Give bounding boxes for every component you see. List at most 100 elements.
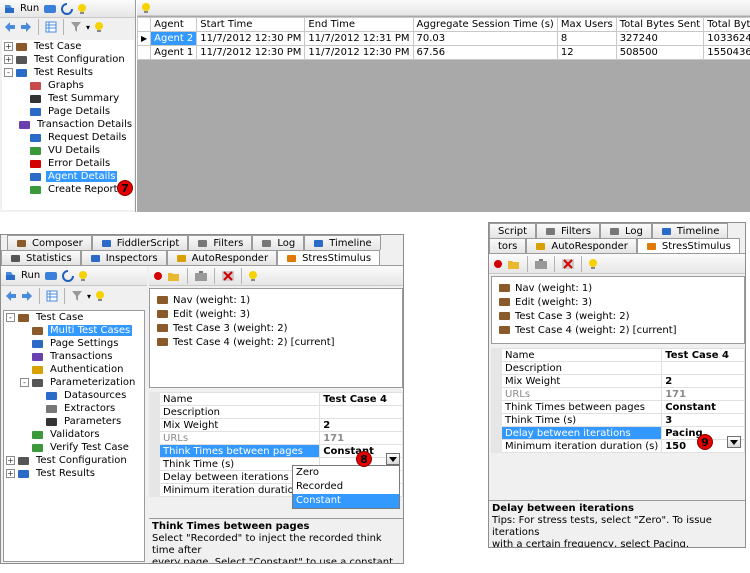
filter-icon[interactable]	[70, 21, 82, 33]
run-button[interactable]: Run	[21, 270, 40, 281]
forward-icon[interactable]	[21, 290, 33, 302]
tab-log[interactable]: Log	[252, 235, 305, 250]
tree-item[interactable]: Test Summary	[2, 92, 134, 105]
column-header[interactable]: Agent	[150, 17, 198, 32]
delay-dropdown-button[interactable]	[727, 436, 741, 448]
property-row[interactable]: Description	[149, 405, 403, 419]
test-case-item[interactable]: Test Case 4 (weight: 2) [current]	[156, 335, 402, 349]
tab-autoresponder[interactable]: AutoResponder	[166, 250, 278, 265]
property-value[interactable]: Constant	[661, 400, 745, 414]
tab-tors[interactable]: tors	[489, 238, 527, 253]
tab-timeline[interactable]: Timeline	[304, 235, 381, 250]
collapse-icon[interactable]: -	[6, 313, 15, 322]
tree-item[interactable]: Transaction Details	[2, 118, 134, 131]
expand-icon[interactable]: +	[6, 456, 15, 465]
tree-item[interactable]: Authentication	[4, 363, 144, 376]
property-value[interactable]	[661, 361, 745, 375]
property-value[interactable]: Test Case 4	[319, 392, 403, 406]
table-row[interactable]: Agent 1 11/7/2012 12:30 PM 11/7/2012 12:30…	[136, 45, 750, 60]
property-value[interactable]: Test Case 4	[661, 348, 745, 362]
expand-icon[interactable]: +	[6, 469, 15, 478]
table-row[interactable]: ▶ Agent 2 11/7/2012 12:30 PM 11/7/2012 12:3…	[136, 31, 750, 46]
property-row[interactable]: Name Test Case 4	[491, 348, 745, 362]
lightbulb-icon[interactable]	[94, 21, 104, 33]
property-row[interactable]: URLs 171	[149, 431, 403, 445]
test-case-item[interactable]: Nav (weight: 1)	[156, 293, 402, 307]
tree-item[interactable]: Verify Test Case	[4, 441, 144, 454]
collapse-icon[interactable]: -	[4, 68, 13, 77]
tree-item[interactable]: - Parameterization	[4, 376, 144, 389]
tree-item[interactable]: Create Report	[2, 183, 134, 196]
test-case-item[interactable]: Test Case 3 (weight: 2)	[498, 309, 744, 323]
tree-item[interactable]: - Test Case	[4, 311, 144, 324]
delete-icon[interactable]	[221, 270, 235, 282]
property-row[interactable]: Description	[491, 361, 745, 375]
column-header[interactable]: Aggregate Session Time (s)	[412, 17, 558, 32]
toolbox-icon[interactable]	[194, 270, 208, 282]
test-case-item[interactable]: Test Case 3 (weight: 2)	[156, 321, 402, 335]
recorder-icon[interactable]	[43, 3, 57, 15]
tree-item[interactable]: + Test Results	[4, 467, 144, 480]
tree-item[interactable]: VU Details	[2, 144, 134, 157]
test-case-item[interactable]: Test Case 4 (weight: 2) [current]	[498, 323, 744, 337]
tree-item[interactable]: Page Settings	[4, 337, 144, 350]
tree-item[interactable]: + Test Configuration	[4, 454, 144, 467]
tab-filters[interactable]: Filters	[536, 223, 600, 238]
tree-item[interactable]: Page Details	[2, 105, 134, 118]
property-value[interactable]: 171	[661, 387, 745, 401]
toolbox-icon[interactable]	[534, 258, 548, 270]
column-header[interactable]: Max Users	[556, 17, 617, 32]
property-value[interactable]: 2	[319, 418, 403, 432]
tab-stresstimulus[interactable]: StresStimulus	[277, 250, 381, 265]
refresh-icon[interactable]	[62, 269, 75, 282]
tree-item[interactable]: Validators	[4, 428, 144, 441]
test-case-item[interactable]: Edit (weight: 3)	[156, 307, 402, 321]
property-row[interactable]: Name Test Case 4	[149, 392, 403, 406]
forward-icon[interactable]	[20, 21, 32, 33]
lightbulb-icon[interactable]	[248, 270, 258, 282]
tree-item[interactable]: Graphs	[2, 79, 134, 92]
property-value[interactable]: 2	[661, 374, 745, 388]
column-header[interactable]: Total Bytes Received	[703, 17, 750, 32]
dropdown-option[interactable]: Constant	[293, 494, 399, 508]
tab-composer[interactable]: Composer	[7, 235, 92, 250]
property-row[interactable]: Think Time (s) 3	[491, 413, 745, 427]
record-icon[interactable]	[153, 271, 163, 281]
collapse-icon[interactable]: -	[20, 378, 29, 387]
tree-item[interactable]: Multi Test Cases	[4, 324, 144, 337]
tab-script[interactable]: Script	[489, 223, 537, 238]
think-times-dropdown-button[interactable]	[386, 453, 400, 465]
lightbulb-icon[interactable]	[141, 2, 151, 14]
property-row[interactable]: Mix Weight 2	[149, 418, 403, 432]
tab-stresstimulus[interactable]: StresStimulus	[636, 238, 740, 253]
filter-icon[interactable]	[71, 290, 83, 302]
run-button[interactable]: Run	[20, 3, 39, 14]
test-case-item[interactable]: Edit (weight: 3)	[498, 295, 744, 309]
tab-inspectors[interactable]: Inspectors	[80, 250, 167, 265]
open-folder-icon[interactable]	[167, 270, 181, 282]
tree-item[interactable]: Parameters	[4, 415, 144, 428]
property-row[interactable]: Mix Weight 2	[491, 374, 745, 388]
property-row[interactable]: Think Times between pages Constant	[491, 400, 745, 414]
tab-log[interactable]: Log	[600, 223, 652, 238]
tab-timeline[interactable]: Timeline	[651, 223, 729, 238]
grid-icon[interactable]	[46, 290, 58, 302]
column-header[interactable]: Total Bytes Sent	[615, 17, 705, 32]
tree-item[interactable]: Transactions	[4, 350, 144, 363]
expand-icon[interactable]: +	[4, 55, 13, 64]
property-value[interactable]: 3	[661, 413, 745, 427]
tree-item[interactable]: + Test Case	[2, 40, 134, 53]
tree-item[interactable]: Request Details	[2, 131, 134, 144]
open-folder-icon[interactable]	[507, 258, 521, 270]
lightbulb-icon[interactable]	[95, 290, 105, 302]
tab-autoresponder[interactable]: AutoResponder	[526, 238, 637, 253]
lightbulb-icon[interactable]	[77, 3, 87, 15]
back-icon[interactable]	[4, 21, 16, 33]
tree-item[interactable]: Error Details	[2, 157, 134, 170]
tree-item[interactable]: Datasources	[4, 389, 144, 402]
recorder-icon[interactable]	[44, 270, 58, 282]
tree-item[interactable]: - Test Results	[2, 66, 134, 79]
property-value[interactable]	[319, 405, 403, 419]
dropdown-option[interactable]: Recorded	[293, 480, 399, 494]
record-icon[interactable]	[493, 259, 503, 269]
